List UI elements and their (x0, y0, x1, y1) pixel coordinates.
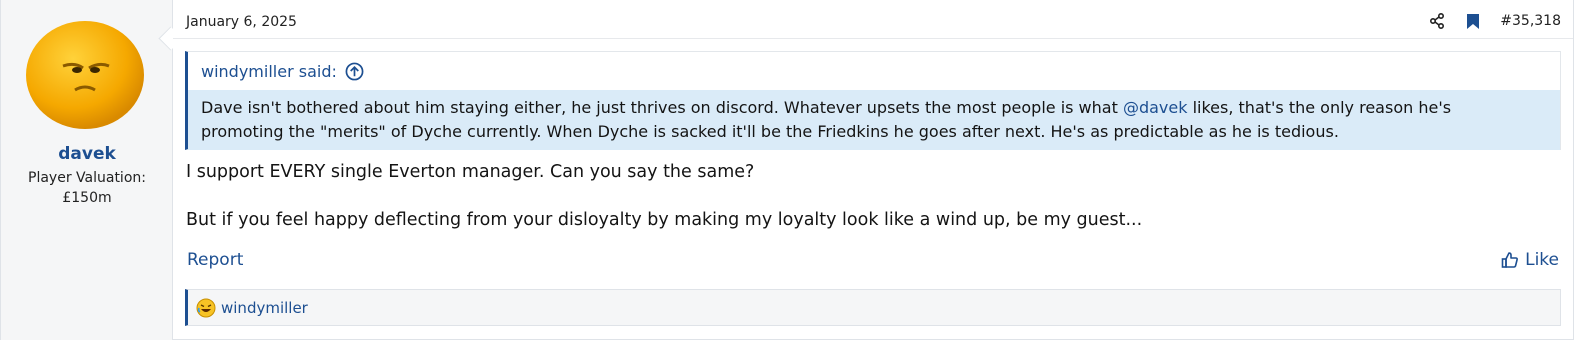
thumbs-up-icon (1501, 252, 1519, 268)
message-paragraph: I support EVERY single Everton manager. … (186, 162, 755, 182)
like-label: Like (1525, 250, 1559, 270)
reactions-bar: windymiller (185, 289, 1561, 326)
user-sidebar: davek Player Valuation: £150m (1, 0, 173, 340)
message-body: I support EVERY single Everton manager. … (186, 160, 1142, 256)
valuation-value: £150m (62, 190, 112, 206)
quote-text-line2: promoting the "merits" of Dyche currentl… (201, 122, 1339, 141)
message-paragraph: But if you feel happy deflecting from yo… (186, 210, 1143, 230)
reaction-user[interactable]: windymiller (221, 299, 308, 317)
post-number[interactable]: #35,318 (1500, 13, 1561, 29)
bookmark-icon[interactable] (1464, 12, 1482, 30)
avatar[interactable] (25, 18, 145, 130)
player-valuation: Player Valuation: £150m (1, 168, 173, 208)
arrow-up-circle-icon[interactable] (345, 62, 364, 81)
username[interactable]: davek (1, 144, 173, 164)
post-header-actions: #35,318 (1428, 12, 1561, 30)
quote-text-before: Dave isn't bothered about him staying ei… (201, 98, 1123, 117)
valuation-label: Player Valuation: (28, 170, 146, 186)
quote-block: windymiller said: Dave isn't bothered ab… (185, 51, 1561, 150)
forum-post: davek Player Valuation: £150m January 6,… (0, 0, 1574, 340)
quote-author[interactable]: windymiller said: (201, 62, 337, 81)
laughing-emoji-icon[interactable] (196, 298, 216, 318)
post-date[interactable]: January 6, 2025 (186, 14, 297, 30)
mention-link[interactable]: @davek (1123, 98, 1188, 117)
quote-text-after: likes, that's the only reason he's (1187, 98, 1452, 117)
header-divider (173, 38, 1573, 39)
share-icon[interactable] (1428, 12, 1446, 30)
message-main: January 6, 2025 #35,318 windymiller said… (173, 0, 1573, 340)
like-button[interactable]: Like (1501, 250, 1559, 270)
quote-text: Dave isn't bothered about him staying ei… (188, 90, 1560, 150)
report-link[interactable]: Report (187, 250, 243, 270)
quote-header: windymiller said: (188, 52, 1560, 90)
